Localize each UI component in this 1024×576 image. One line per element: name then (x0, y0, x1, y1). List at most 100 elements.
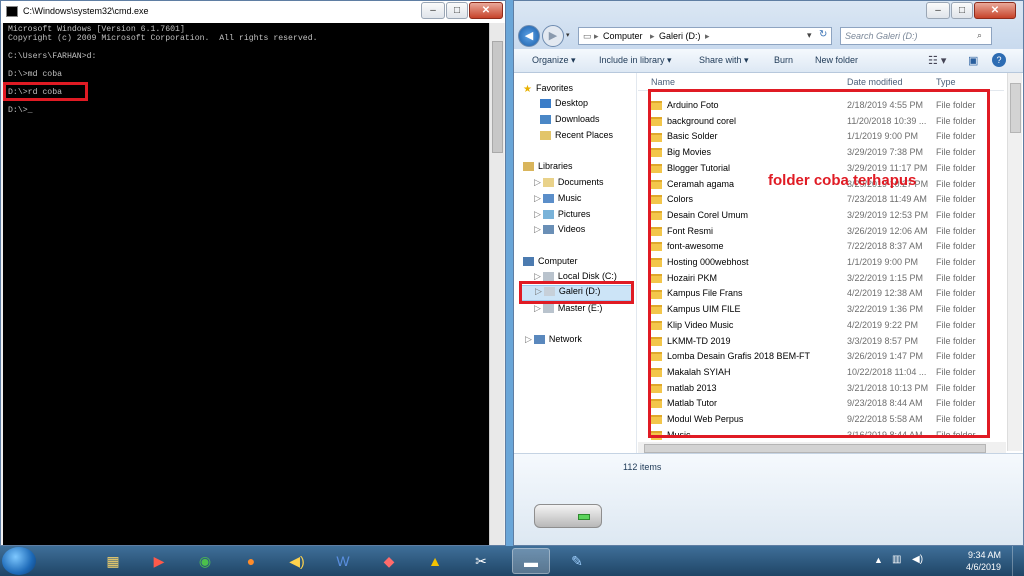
nav-master-e[interactable]: ▷ Master (E:) (534, 303, 602, 314)
minimize-button[interactable]: – (926, 2, 950, 19)
chevron-down-icon[interactable]: ▾ (807, 30, 812, 41)
console-line: C:\Users\FARHAN>d: (8, 52, 97, 61)
drive-icon (542, 272, 554, 282)
recent-places-icon (540, 131, 551, 141)
refresh-icon[interactable]: ↻ (819, 29, 827, 40)
nav-network[interactable]: ▷ Network (525, 334, 582, 345)
minimize-button[interactable]: – (421, 2, 445, 19)
pictures-icon (542, 210, 554, 220)
explorer-title-area[interactable]: – □ ✕ ◀ ▶ ▾ ▭ ▸ Computer ▸ Galeri (D:) ▸… (514, 1, 1023, 49)
downloads-icon (540, 115, 551, 125)
expand-icon[interactable]: ▷ (534, 193, 541, 203)
explorer-taskbar-icon[interactable]: ▦ (94, 548, 132, 574)
expand-icon[interactable]: ▷ (534, 271, 541, 281)
view-options-icon[interactable]: ☷ ▾ (928, 54, 946, 67)
expand-icon[interactable]: ▷ (534, 224, 541, 234)
close-button[interactable]: ✕ (469, 2, 503, 19)
drive-icon (542, 304, 554, 314)
search-placeholder: Search Galeri (D:) (845, 31, 918, 41)
clock-date[interactable]: 4/6/2019 (966, 562, 1001, 572)
highlight-box (3, 82, 88, 101)
search-input[interactable]: Search Galeri (D:) ⌕ (840, 27, 992, 45)
word-taskbar-icon[interactable]: W (324, 548, 362, 574)
organize-button[interactable]: Organize ▾ (532, 55, 576, 66)
back-icon[interactable]: ◀ (518, 25, 540, 47)
share-with-button[interactable]: Share with ▾ (699, 55, 749, 66)
scroll-thumb[interactable] (492, 41, 503, 153)
nav-favorites[interactable]: ★ Favorites (523, 83, 573, 95)
show-desktop-button[interactable] (1012, 546, 1024, 576)
annotation-label: folder coba terhapus (768, 172, 917, 189)
cmd-scrollbar[interactable] (489, 23, 504, 545)
clock-time[interactable]: 9:34 AM (968, 550, 1001, 560)
expand-icon[interactable]: ▷ (525, 334, 532, 344)
highlight-box (648, 89, 990, 438)
expand-icon[interactable]: ▷ (534, 177, 541, 187)
burn-button[interactable]: Burn (774, 55, 793, 65)
libraries-icon (523, 162, 534, 172)
forward-icon[interactable]: ▶ (542, 25, 564, 47)
firefox-taskbar-icon[interactable]: ● (232, 548, 270, 574)
include-library-button[interactable]: Include in library ▾ (599, 55, 672, 66)
cmd-title-bar[interactable]: C:\Windows\system32\cmd.exe – □ ✕ (1, 1, 505, 23)
maximize-button[interactable]: □ (446, 2, 468, 19)
console-line: D:\>md coba (8, 70, 63, 79)
paint-taskbar-icon[interactable]: ✎ (558, 548, 596, 574)
media-taskbar-icon[interactable]: ▶ (140, 548, 178, 574)
drive-large-icon (534, 498, 604, 530)
chevron-right-icon: ▸ (650, 31, 655, 41)
nav-documents[interactable]: ▷ Documents (534, 177, 603, 188)
navigation-pane: ★ Favorites Desktop Downloads Recent Plac… (514, 73, 637, 463)
taskbar-buttons: ▦ ▶ ◉ ● ◀) W ◆ ▲ ✂ ▬ ✎ ▲ ▥ ◀) 9:34 AM 4/… (0, 546, 1024, 576)
console-output[interactable]: Microsoft Windows [Version 6.1.7601] Cop… (3, 23, 489, 545)
music-icon (542, 194, 554, 204)
console-line: Microsoft Windows [Version 6.1.7601] (8, 25, 185, 34)
expand-icon[interactable]: ▷ (534, 303, 541, 313)
breadcrumb-galeri[interactable]: Galeri (D:) (659, 31, 701, 41)
computer-icon (523, 257, 534, 267)
chrome-taskbar-icon[interactable]: ◉ (186, 548, 224, 574)
nav-recent-places[interactable]: Recent Places (540, 130, 613, 141)
recent-pages-icon[interactable]: ▾ (566, 31, 570, 39)
command-bar: Organize ▾ Include in library ▾ Share wi… (514, 49, 1023, 73)
nav-downloads[interactable]: Downloads (540, 114, 600, 125)
breadcrumb-computer[interactable]: Computer (603, 31, 643, 41)
desktop-icon (540, 99, 551, 109)
console-line: Copyright (c) 2009 Microsoft Corporation… (8, 34, 318, 43)
close-button[interactable]: ✕ (974, 2, 1016, 19)
sound-taskbar-icon[interactable]: ◀) (278, 548, 316, 574)
cmd-taskbar-icon[interactable]: ▬ (512, 548, 550, 574)
address-bar[interactable]: ▭ ▸ Computer ▸ Galeri (D:) ▸ ▾ ↻ (578, 27, 832, 45)
column-date[interactable]: Date modified (847, 77, 903, 87)
nav-libraries[interactable]: Libraries (523, 161, 573, 172)
documents-icon (542, 178, 554, 188)
nav-music[interactable]: ▷ Music (534, 193, 581, 204)
computer-icon: ▭ ▸ (583, 31, 599, 41)
nav-computer[interactable]: Computer (523, 256, 578, 267)
cmd-title: C:\Windows\system32\cmd.exe (23, 6, 149, 16)
network-tray-icon[interactable]: ▥ (892, 554, 901, 565)
cmd-icon (6, 6, 18, 17)
tray-arrow-icon[interactable]: ▲ (874, 555, 883, 565)
scroll-thumb[interactable] (1010, 83, 1021, 133)
nav-desktop[interactable]: Desktop (540, 98, 588, 109)
expand-icon[interactable]: ▷ (534, 209, 541, 219)
maximize-button[interactable]: □ (951, 2, 973, 19)
file-list-scrollbar[interactable] (1007, 73, 1022, 451)
aimp-taskbar-icon[interactable]: ▲ (416, 548, 454, 574)
volume-tray-icon[interactable]: ◀) (912, 554, 923, 565)
help-icon[interactable]: ? (992, 53, 1006, 67)
scroll-thumb[interactable] (644, 444, 986, 453)
column-type[interactable]: Type (936, 77, 956, 87)
column-name[interactable]: Name (651, 77, 675, 87)
app-taskbar-icon[interactable]: ◆ (370, 548, 408, 574)
nav-pictures[interactable]: ▷ Pictures (534, 209, 590, 220)
nav-videos[interactable]: ▷ Videos (534, 224, 585, 235)
chevron-right-icon: ▸ (705, 31, 710, 41)
search-icon[interactable]: ⌕ (977, 30, 982, 41)
snipping-taskbar-icon[interactable]: ✂ (462, 548, 500, 574)
details-pane: 112 items (514, 453, 1023, 545)
new-folder-button[interactable]: New folder (815, 55, 858, 65)
preview-pane-icon[interactable]: ▣ (968, 54, 978, 67)
console-line: D:\>_ (8, 106, 33, 115)
